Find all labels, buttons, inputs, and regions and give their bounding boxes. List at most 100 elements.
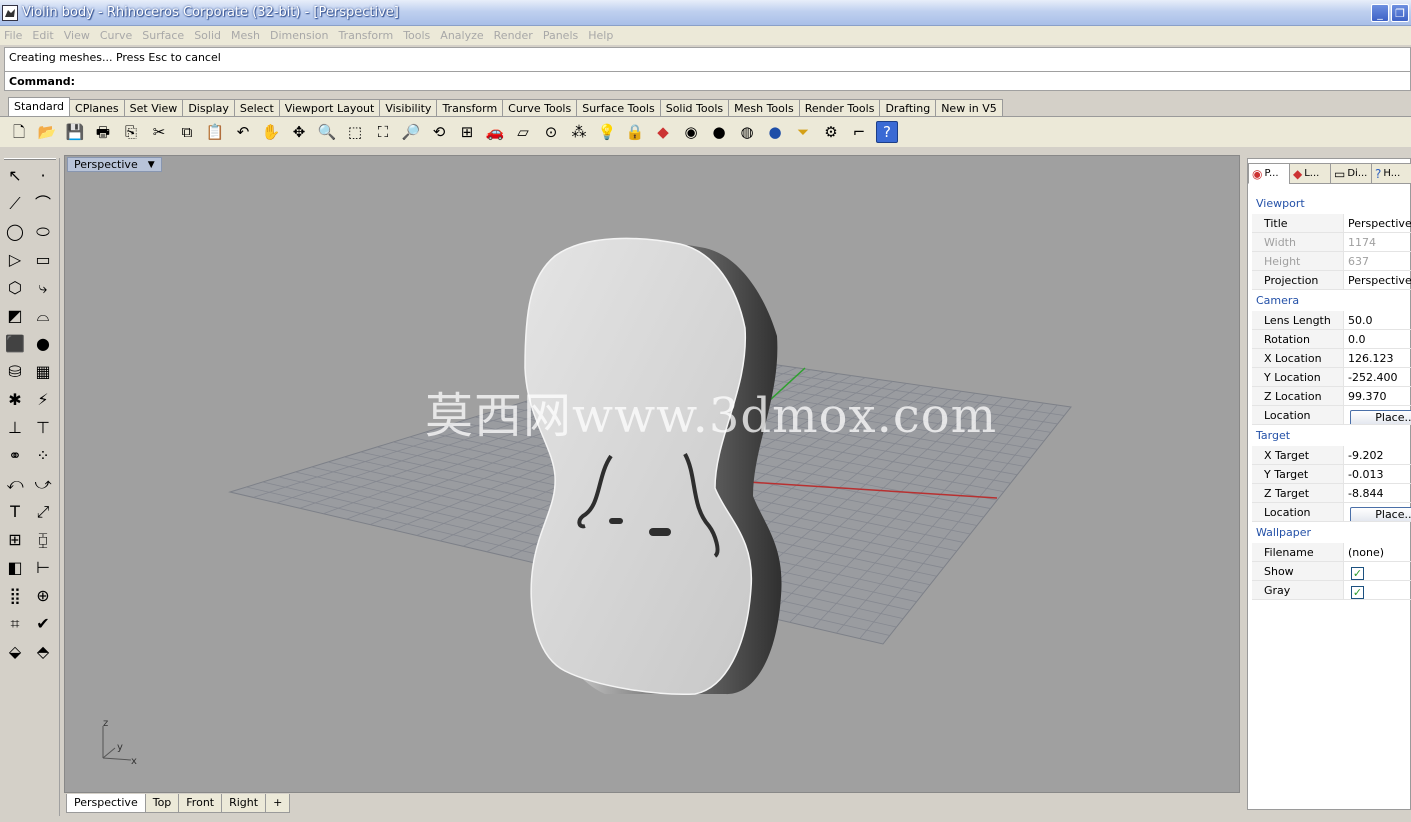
box-icon[interactable]: ⬛ [3,332,27,356]
y-location-field[interactable]: -252.400 [1344,368,1411,386]
fillet-icon[interactable]: ⤷ [31,276,55,300]
menu-panels[interactable]: Panels [543,29,578,42]
explode-icon[interactable]: ✱ [3,388,27,412]
cplane-icon[interactable]: ▱ [512,121,534,143]
tab-visibility[interactable]: Visibility [379,99,438,116]
x-target-field[interactable]: -9.202 [1344,446,1411,464]
menu-help[interactable]: Help [588,29,613,42]
new-file-icon[interactable]: 🗋 [8,121,30,143]
menu-mesh[interactable]: Mesh [231,29,260,42]
select-arrow-icon[interactable]: ↖ [3,164,27,188]
import-icon[interactable]: ⎘ [120,121,142,143]
projection-select[interactable]: Perspective [1344,271,1411,289]
tab-cplanes[interactable]: CPlanes [69,99,125,116]
copy-icon[interactable]: ⧉ [176,121,198,143]
tab-display[interactable]: Display [182,99,235,116]
menu-analyze[interactable]: Analyze [440,29,483,42]
mesh-icon[interactable]: ▦ [31,360,55,384]
lens-length-field[interactable]: 50.0 [1344,311,1411,329]
boolean-icon[interactable]: ⚡ [31,388,55,412]
revolve-icon[interactable]: ⌓ [31,304,55,328]
tab-render-tools[interactable]: Render Tools [798,99,881,116]
camera-place-button[interactable]: Place... [1350,410,1411,424]
analyze-icon[interactable]: ⌗ [3,612,27,636]
open-folder-icon[interactable]: 📂 [36,121,58,143]
rotation-field[interactable]: 0.0 [1344,330,1411,348]
select-points-icon[interactable]: ⁂ [568,121,590,143]
point-icon[interactable]: · [31,164,55,188]
perspective-viewport[interactable]: Perspective ▼ 莫西网www.3dmox.com z y x [64,155,1240,793]
menu-curve[interactable]: Curve [100,29,132,42]
tab-viewport-layout[interactable]: Viewport Layout [278,99,381,116]
panel-tab-display[interactable]: ▭ Di... [1330,163,1372,184]
paste-icon[interactable]: 📋 [204,121,226,143]
menu-transform[interactable]: Transform [338,29,393,42]
menu-surface[interactable]: Surface [142,29,184,42]
menu-dimension[interactable]: Dimension [270,29,328,42]
zoom-icon[interactable]: 🔍 [316,121,338,143]
print-icon[interactable]: 🖶 [92,121,114,143]
y-target-field[interactable]: -0.013 [1344,465,1411,483]
undo-icon[interactable]: ↶ [232,121,254,143]
viewport-title[interactable]: Perspective ▼ [67,157,162,172]
sub-tools-icon[interactable]: ⌐ [848,121,870,143]
zoom-selected-icon[interactable]: 🔎 [400,121,422,143]
gumball-icon[interactable]: ⊕ [31,584,55,608]
pan-hand-icon[interactable]: ✋ [260,121,282,143]
light-bulb-icon[interactable]: 💡 [596,121,618,143]
menu-file[interactable]: File [4,29,22,42]
panel-tab-help[interactable]: ? H... [1371,163,1411,184]
tab-new-in-v5[interactable]: New in V5 [935,99,1003,116]
filename-field[interactable]: (none) [1344,543,1411,561]
solid-box-icon[interactable]: ◧ [3,556,27,580]
group-icon[interactable]: ⁘ [31,444,55,468]
show-checkbox[interactable]: ✓ [1351,567,1364,580]
trim-icon[interactable]: ⊥ [3,416,27,440]
zoom-extents-icon[interactable]: ⛶ [372,121,394,143]
tab-transform[interactable]: Transform [436,99,504,116]
x-location-field[interactable]: 126.123 [1344,349,1411,367]
points-on-icon[interactable]: ⤺ [3,472,27,496]
panel-tab-layers[interactable]: ◆ L... [1289,163,1331,184]
circle-icon[interactable]: ◯ [3,220,27,244]
grid-array-icon[interactable]: ⣿ [3,584,27,608]
z-location-field[interactable]: 99.370 [1344,387,1411,405]
menu-view[interactable]: View [64,29,90,42]
viewport-menu-arrow-icon[interactable]: ▼ [148,160,155,170]
menu-edit[interactable]: Edit [32,29,53,42]
undo-view-icon[interactable]: ⟲ [428,121,450,143]
viewport-tab-front[interactable]: Front [178,794,223,813]
tab-curve-tools[interactable]: Curve Tools [502,99,578,116]
render-objects-icon[interactable]: ⬙ [3,640,27,664]
tab-standard[interactable]: Standard [8,97,71,116]
shaded-sphere-icon[interactable]: ● [708,121,730,143]
surface-icon[interactable]: ◩ [3,304,27,328]
lock-icon[interactable]: 🔒 [624,121,646,143]
curve-icon[interactable]: ⌒ [31,192,55,216]
polyline-icon[interactable]: ⟋ [3,192,27,216]
tab-set-view[interactable]: Set View [123,99,184,116]
arc-icon[interactable]: ▷ [3,248,27,272]
mirror-icon[interactable]: ⧮ [31,528,55,552]
scale-icon[interactable]: ⤢ [31,500,55,524]
text-icon[interactable]: T [3,500,27,524]
tab-mesh-tools[interactable]: Mesh Tools [728,99,800,116]
tab-drafting[interactable]: Drafting [879,99,937,116]
cylinder-icon[interactable]: ⛁ [3,360,27,384]
material-sphere-icon[interactable]: ● [764,121,786,143]
title-field[interactable]: Perspective [1344,214,1411,232]
target-place-button[interactable]: Place... [1350,507,1411,521]
filter-icon[interactable]: ⏷ [792,121,814,143]
options-gear-icon[interactable]: ⚙ [820,121,842,143]
viewport-tab-top[interactable]: Top [144,794,180,813]
render-sphere-icon[interactable]: ◍ [736,121,758,143]
toolbar-grip[interactable] [4,158,56,160]
zoom-window-icon[interactable]: ⬚ [344,121,366,143]
restore-button[interactable]: ❐ [1391,4,1409,22]
color-wheel-icon[interactable]: ◉ [680,121,702,143]
tab-solid-tools[interactable]: Solid Tools [659,99,730,116]
rotate-view-icon[interactable]: ✥ [288,121,310,143]
rhino-app-icon[interactable] [2,4,18,21]
rectangle-icon[interactable]: ▭ [31,248,55,272]
minimize-button[interactable]: _ [1371,4,1389,22]
